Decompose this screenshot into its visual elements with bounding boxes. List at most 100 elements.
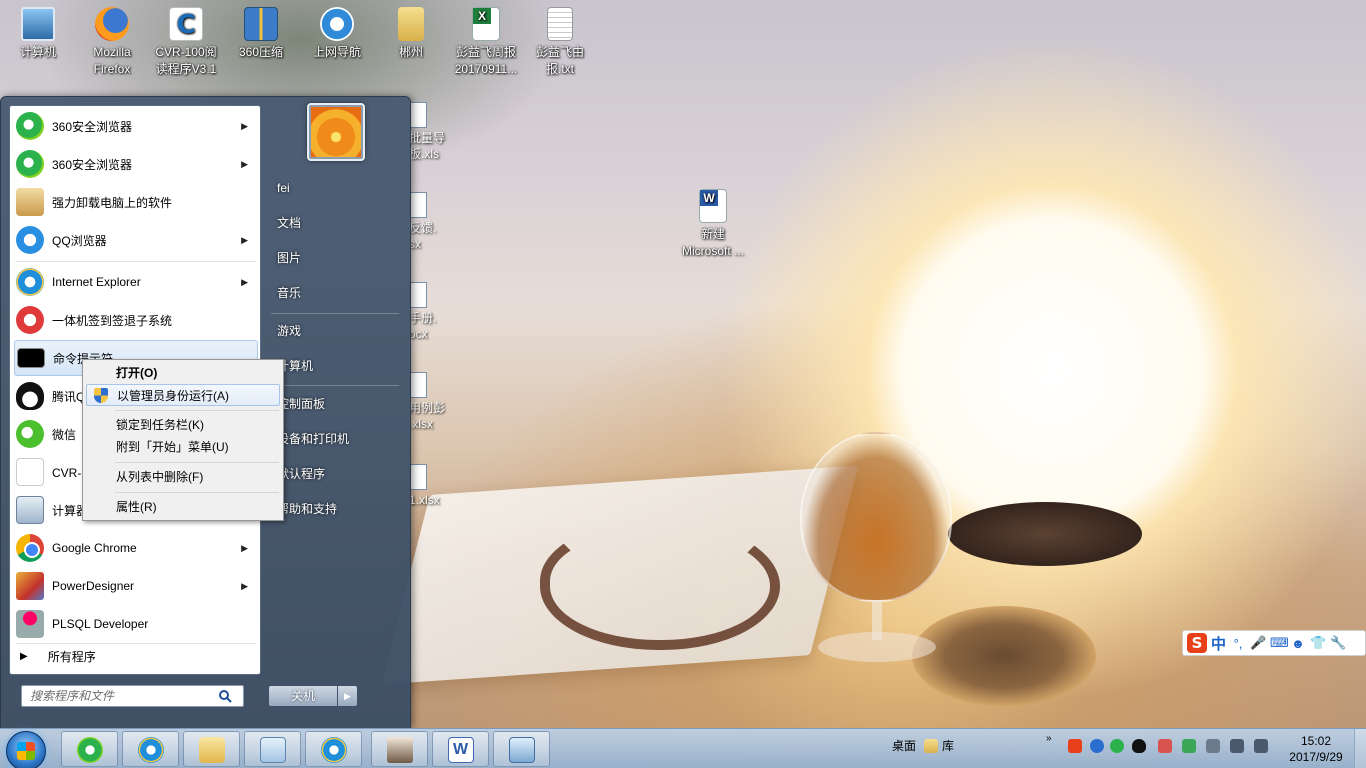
taskbar-button-photo[interactable]: [371, 731, 428, 767]
desktop-icon-label: CVR-100阅读程序V3.1: [155, 45, 217, 76]
all-programs-button[interactable]: ▶ 所有程序: [20, 648, 96, 665]
start-search-box[interactable]: [21, 685, 244, 707]
file-label-line1: 用例彭: [409, 401, 446, 415]
show-desktop-button[interactable]: [1354, 729, 1366, 768]
taskbar-button-ie-2[interactable]: [305, 731, 362, 767]
library-toolbar-label[interactable]: 库: [942, 737, 954, 754]
context-item-remove-from-list[interactable]: 从列表中删除(F): [86, 466, 280, 488]
right-item-control-panel[interactable]: 控制面板: [269, 388, 405, 420]
taskbar-button-explorer[interactable]: [183, 731, 240, 767]
submenu-arrow-icon[interactable]: ▶: [241, 121, 248, 132]
user-avatar[interactable]: [307, 103, 365, 161]
360-browser-icon: [16, 112, 44, 140]
taskbar-clock[interactable]: 15:02 2017/9/29: [1280, 733, 1352, 765]
sogou-logo-icon[interactable]: S: [1187, 633, 1207, 653]
people-icon[interactable]: ☻: [1290, 636, 1306, 651]
shirt-icon[interactable]: 👕: [1310, 635, 1326, 651]
program-item-qq-browser[interactable]: QQ浏览器 ▶: [14, 222, 258, 258]
desktop-icon-cvr-reader[interactable]: CVR-100阅读程序V3.1: [150, 2, 222, 78]
program-label: PLSQL Developer: [52, 617, 149, 631]
start-search-input[interactable]: [22, 689, 217, 703]
desktop-icon-folder[interactable]: 郴州: [375, 2, 447, 61]
desktop-icon-360zip[interactable]: 360压缩: [225, 2, 297, 61]
start-button[interactable]: [6, 731, 46, 768]
desktop-file-partial[interactable]: 手册. ocx: [409, 282, 445, 342]
context-item-open[interactable]: 打开(O): [86, 362, 280, 384]
desktop-icon-web-nav[interactable]: 上网导航: [301, 2, 373, 61]
taskbar-button-word[interactable]: [432, 731, 489, 767]
taskbar-button-360-browser[interactable]: [61, 731, 118, 767]
submenu-arrow-icon[interactable]: ▶: [241, 159, 248, 170]
right-item-help-support[interactable]: 帮助和支持: [269, 493, 405, 525]
taskbar-button-network[interactable]: [493, 731, 550, 767]
ime-mode-toggle[interactable]: 中: [1211, 633, 1226, 654]
desktop-icon-label: 360压缩: [238, 45, 284, 59]
desktop-toolbar-label[interactable]: 桌面: [892, 737, 916, 754]
help-tray-icon[interactable]: [1090, 739, 1104, 753]
library-folder-icon: [924, 739, 938, 753]
network-tray-icon[interactable]: [1230, 739, 1244, 753]
context-menu-divider: [115, 492, 279, 493]
text-file-icon: [547, 7, 573, 41]
qq-browser-icon: [16, 226, 44, 254]
desktop-icon-report-txt[interactable]: 彭益飞由报.txt: [524, 2, 596, 78]
usb-tray-icon[interactable]: [1206, 739, 1220, 753]
security-tray-icon[interactable]: [1182, 739, 1196, 753]
submenu-arrow-icon[interactable]: ▶: [241, 277, 248, 288]
desktop-file-partial[interactable]: 1.xlsx: [409, 464, 445, 508]
program-item-360-browser-2[interactable]: 360安全浏览器 ▶: [14, 146, 258, 182]
desktop-icon-firefox[interactable]: Mozilla Firefox: [76, 2, 148, 78]
program-item-sign-system[interactable]: 一体机签到签退子系统: [14, 302, 258, 338]
right-item-computer[interactable]: 计算机: [269, 350, 405, 382]
firefox-icon: [95, 7, 129, 41]
right-item-default-programs[interactable]: 默认程序: [269, 458, 405, 490]
program-item-360-browser[interactable]: 360安全浏览器 ▶: [14, 108, 258, 144]
program-item-internet-explorer[interactable]: Internet Explorer ▶: [14, 264, 258, 300]
right-item-games[interactable]: 游戏: [269, 315, 405, 347]
right-item-user[interactable]: fei: [269, 172, 405, 204]
right-item-devices-printers[interactable]: 设备和打印机: [269, 423, 405, 455]
desktop-icon-label: 彭益飞由报.txt: [535, 45, 584, 76]
file-label-line2: sx: [409, 237, 421, 251]
desktop-file-partial[interactable]: 用例彭 .xlsx: [409, 372, 445, 432]
shutdown-options-button[interactable]: ▶: [338, 685, 358, 707]
network-error-tray-icon[interactable]: [1158, 739, 1172, 753]
desktop-icon-new-word-doc[interactable]: 新建 Microsoft ...: [676, 184, 750, 260]
qq-tray-icon[interactable]: [1132, 739, 1146, 753]
microphone-icon[interactable]: 🎤: [1250, 635, 1266, 651]
submenu-arrow-icon[interactable]: ▶: [241, 543, 248, 554]
chrome-icon: [16, 534, 44, 562]
toolbar-expand-icon[interactable]: »: [1046, 733, 1052, 744]
submenu-arrow-icon[interactable]: ▶: [241, 581, 248, 592]
desktop-file-partial[interactable]: 反馈. sx: [409, 192, 445, 252]
program-item-google-chrome[interactable]: Google Chrome ▶: [14, 530, 258, 566]
360-tray-icon[interactable]: [1110, 739, 1124, 753]
program-list-divider: [16, 643, 256, 644]
context-item-pin-taskbar[interactable]: 锁定到任务栏(K): [86, 414, 280, 436]
desktop-file-partial[interactable]: 批量导 板.xls: [409, 102, 445, 162]
sogou-tray-icon[interactable]: [1068, 739, 1082, 753]
right-item-music[interactable]: 音乐: [269, 277, 405, 309]
ime-punctuation-toggle[interactable]: °,: [1230, 636, 1246, 651]
submenu-arrow-icon[interactable]: ▶: [241, 235, 248, 246]
desktop-icon-weekly-report-xls[interactable]: 彭益飞周报20170911...: [450, 2, 522, 78]
ime-toolbar: S 中 °, 🎤 ⌨ ☻ 👕 🔧: [1182, 630, 1366, 656]
wrench-icon[interactable]: 🔧: [1330, 635, 1346, 651]
volume-tray-icon[interactable]: [1254, 739, 1268, 753]
keyboard-icon[interactable]: ⌨: [1270, 635, 1289, 651]
program-item-uninstaller[interactable]: 强力卸载电脑上的软件: [14, 184, 258, 220]
shutdown-button[interactable]: 关机: [268, 685, 338, 707]
cvr-icon: [16, 458, 44, 486]
search-icon[interactable]: [217, 688, 233, 704]
plsql-icon: [16, 610, 44, 638]
desktop-icon-computer[interactable]: 计算机: [2, 2, 74, 61]
taskbar-button-notepad[interactable]: [244, 731, 301, 767]
context-item-pin-start[interactable]: 附到「开始」菜单(U): [86, 436, 280, 458]
context-item-properties[interactable]: 属性(R): [86, 496, 280, 518]
right-item-documents[interactable]: 文档: [269, 207, 405, 239]
taskbar-button-ie[interactable]: [122, 731, 179, 767]
context-item-run-as-admin[interactable]: 以管理员身份运行(A): [86, 384, 280, 406]
right-item-pictures[interactable]: 图片: [269, 242, 405, 274]
program-item-powerdesigner[interactable]: PowerDesigner ▶: [14, 568, 258, 604]
program-item-plsql-developer[interactable]: PLSQL Developer: [14, 606, 258, 642]
